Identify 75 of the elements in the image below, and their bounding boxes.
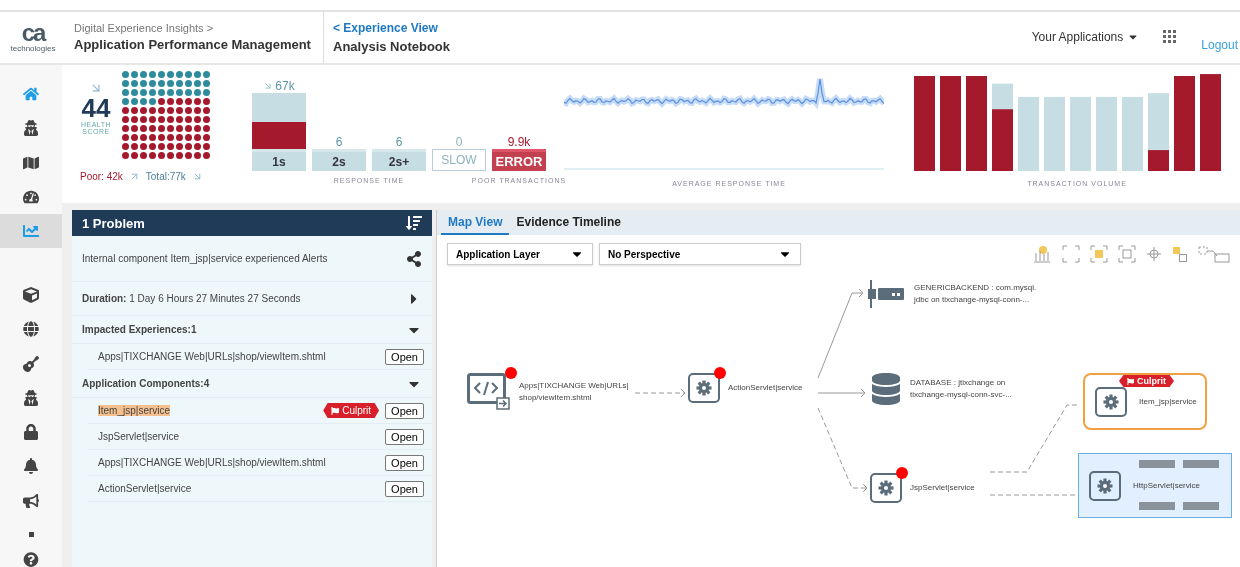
page-title: Analysis Notebook xyxy=(333,38,451,55)
tile-value: 6 xyxy=(395,135,403,149)
tile-value: 9.9k xyxy=(507,135,531,149)
megaphone-icon xyxy=(23,492,39,509)
node-label: Item_jsp|service xyxy=(1139,395,1197,408)
component-name: JspServlet|service xyxy=(98,431,179,442)
lock-icon xyxy=(23,424,39,441)
node-label: Apps|TIXCHANGE Web|URLs| shop/viewItem.shtml xyxy=(519,380,629,404)
tile-label: ERROR xyxy=(492,149,546,171)
component-node[interactable]: Culprit Item_jsp|service xyxy=(1083,373,1207,430)
total-count: Total:77k xyxy=(145,171,186,182)
tile-value: 67k xyxy=(275,79,295,93)
bell-icon xyxy=(23,458,39,475)
placeholder-bar xyxy=(1139,460,1175,468)
logo: ca xyxy=(21,22,45,44)
map-icon xyxy=(23,154,39,171)
layer-dropdown[interactable]: Application Layer xyxy=(447,243,593,265)
connector-arrow xyxy=(817,388,866,398)
node-label: JspServlet|service xyxy=(910,482,975,494)
placeholder-bar xyxy=(1183,502,1219,510)
open-button[interactable]: Open xyxy=(385,402,424,419)
gauge-icon xyxy=(23,188,39,205)
culprit-badge: Culprit xyxy=(1119,375,1174,387)
tile-label: 2s+ xyxy=(372,149,426,171)
panel-title: 1 Problem xyxy=(82,215,145,231)
tile-value: 0 xyxy=(455,135,463,149)
node-label: GENERICBACKEND : com.mysql. jdbc on tixchange-mysql-conn-... xyxy=(914,282,1037,306)
placeholder-bar xyxy=(1183,460,1219,468)
placeholder-bar xyxy=(1139,502,1175,510)
home-icon xyxy=(23,86,39,103)
culprit-badge: Culprit xyxy=(323,403,380,418)
squares-icon[interactable] xyxy=(1172,245,1188,263)
logo-tagline: technologies xyxy=(10,44,56,53)
app-grid-icon[interactable] xyxy=(1163,30,1178,44)
back-link[interactable]: < Experience View xyxy=(333,20,438,35)
tile-label: 1s xyxy=(252,149,306,171)
help-icon[interactable] xyxy=(23,551,39,567)
tile-value: 6 xyxy=(335,135,343,149)
duration-text: Duration: 1 Day 6 Hours 27 Minutes 27 Seconds xyxy=(82,293,301,304)
open-button[interactable]: Open xyxy=(385,428,424,445)
crosshair-icon[interactable] xyxy=(1146,245,1162,263)
tab[interactable]: Evidence Timeline xyxy=(509,211,628,235)
open-button[interactable]: Open xyxy=(385,480,424,497)
section-title: Impacted Experiences:1 xyxy=(82,324,197,335)
breadcrumb[interactable]: Digital Experience Insights > xyxy=(74,22,214,34)
problem-summary: Internal component Item_jsp|service experienced Alerts xyxy=(82,253,328,264)
tile-label: SLOW xyxy=(432,149,486,171)
tile-label: 2s xyxy=(312,149,366,171)
connector-arrow xyxy=(634,388,686,398)
open-button[interactable]: Open xyxy=(385,348,424,365)
cube-icon xyxy=(23,287,39,304)
globe-icon xyxy=(23,321,39,338)
applications-menu[interactable]: Your Applications xyxy=(1031,30,1140,44)
down-arrow-icon xyxy=(263,81,274,91)
component-name: Apps|TIXCHANGE Web|URLs|shop/viewItem.shtml xyxy=(98,457,326,468)
node-label: DATABASE : jtixchange on tixchange-mysql-conn-svc-... xyxy=(910,377,1012,401)
component-name: Item_jsp|service xyxy=(98,405,171,416)
open-button[interactable]: Open xyxy=(385,454,424,471)
poor-count: Poor: 42k xyxy=(80,171,123,182)
share-icon[interactable] xyxy=(406,250,422,267)
component-node[interactable]: HttpServlet|service xyxy=(1078,453,1232,518)
health-score: 44 xyxy=(81,95,111,121)
spy-icon xyxy=(23,120,39,137)
product-title: Application Performance Management xyxy=(74,37,311,53)
trend-line-icon xyxy=(23,223,39,239)
spy-icon xyxy=(23,389,39,406)
guitar-icon xyxy=(23,355,39,372)
tab[interactable]: Map View xyxy=(441,211,510,235)
component-name: Apps|TIXCHANGE Web|URLs|shop/viewItem.shtml xyxy=(98,351,326,362)
sort-icon[interactable] xyxy=(406,215,422,231)
perspective-dropdown[interactable]: No Perspective xyxy=(599,243,801,265)
section-title: Application Components:4 xyxy=(82,378,210,389)
node-label: HttpServlet|service xyxy=(1133,479,1200,492)
node-label: ActionServlet|service xyxy=(728,382,803,394)
component-name: ActionServlet|service xyxy=(98,483,192,494)
